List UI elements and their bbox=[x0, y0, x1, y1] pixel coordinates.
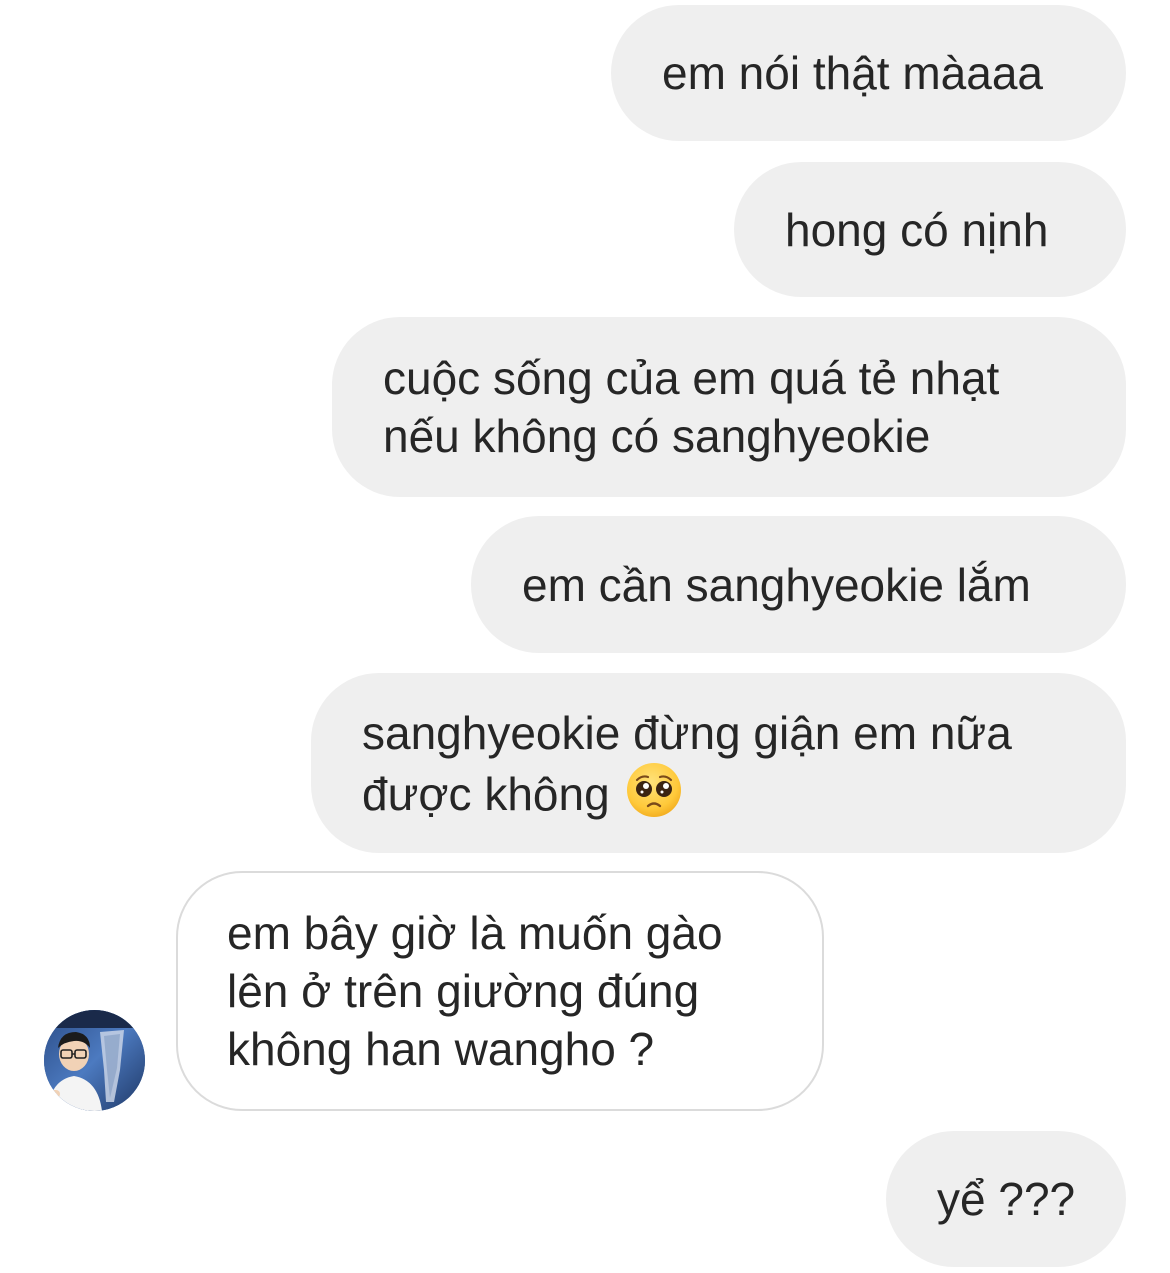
message-bubble-received[interactable]: em bây giờ là muốn gào lên ở trên giường… bbox=[176, 871, 824, 1111]
pleading-face-emoji bbox=[626, 762, 682, 818]
message-text-body: sanghyeokie đừng giận em nữa được không bbox=[362, 706, 1012, 820]
message-text: sanghyeokie đừng giận em nữa được không bbox=[362, 704, 1012, 823]
message-bubble-sent[interactable]: cuộc sống của em quá tẻ nhạt nếu không c… bbox=[332, 317, 1126, 497]
avatar-photo bbox=[44, 1010, 145, 1111]
message-text: em cần sanghyeokie lắm bbox=[522, 558, 1031, 611]
message-text: cuộc sống của em quá tẻ nhạt nếu không c… bbox=[383, 352, 1000, 462]
contact-avatar[interactable] bbox=[44, 1010, 145, 1111]
message-bubble-sent[interactable]: em cần sanghyeokie lắm bbox=[471, 516, 1126, 653]
message-bubble-sent[interactable]: yể ??? bbox=[886, 1131, 1126, 1267]
message-text: em nói thật màaaa bbox=[662, 47, 1044, 99]
message-bubble-sent[interactable]: em nói thật màaaa bbox=[611, 5, 1126, 141]
message-bubble-sent[interactable]: sanghyeokie đừng giận em nữa được không bbox=[311, 673, 1126, 853]
message-text: yể ??? bbox=[937, 1173, 1076, 1225]
message-bubble-sent[interactable]: hong có nịnh bbox=[734, 162, 1126, 297]
message-text: hong có nịnh bbox=[785, 203, 1049, 256]
message-text: em bây giờ là muốn gào lên ở trên giường… bbox=[227, 907, 723, 1075]
